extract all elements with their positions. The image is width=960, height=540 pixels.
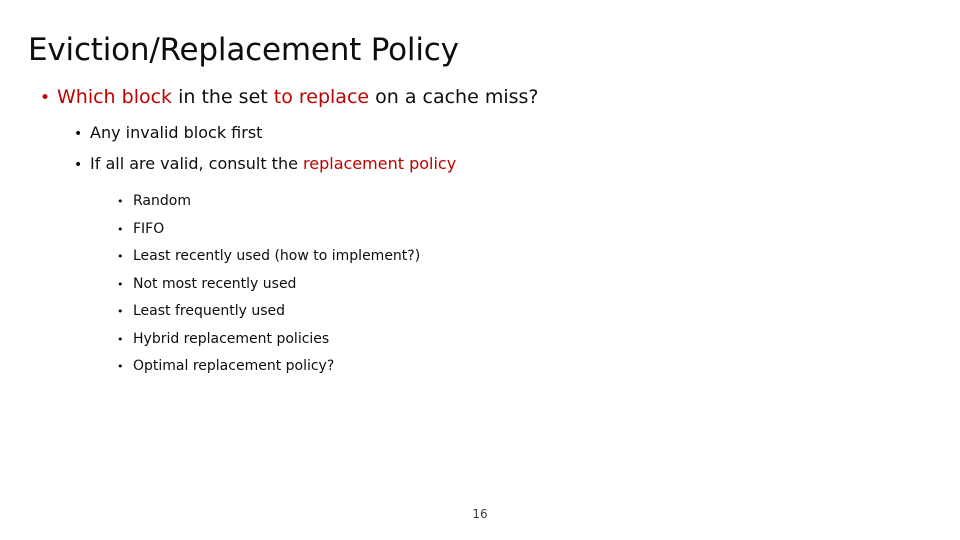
page-title: Eviction/Replacement Policy <box>28 32 459 68</box>
bullet-level2-segment-emphasis-2: replacement policy <box>303 154 457 173</box>
slide-body-outline: • Which block in the set to replace on a… <box>0 84 960 384</box>
bullet-marker-icon: • <box>117 332 124 346</box>
bullet-marker-icon: • <box>74 157 83 173</box>
list-item-label: Hybrid replacement policies <box>133 330 330 347</box>
bullet-level2-invalid-block: • Any invalid block first <box>0 120 960 147</box>
bullet-level1-segment-emphasis-1: Which block <box>57 86 173 108</box>
bullet-level2-segment-plain-1: Any invalid block first <box>90 123 263 142</box>
bullet-level1-text: Which block in the set to replace on a c… <box>57 84 539 110</box>
list-item: • Not most recently used <box>0 274 960 295</box>
list-item-label: Not most recently used <box>133 275 297 292</box>
list-item-label: Optimal replacement policy? <box>133 358 335 374</box>
bullet-marker-icon: • <box>117 360 124 373</box>
list-item: • Random <box>0 191 960 212</box>
bullet-level1-segment-plain-1: in the set <box>172 86 274 108</box>
bullet-marker-icon: • <box>40 88 51 108</box>
list-item: • Least recently used (how to implement?… <box>0 246 960 267</box>
slide-number: 16 <box>472 507 488 521</box>
list-item: • Hybrid replacement policies <box>0 329 960 350</box>
bullet-level1-segment-emphasis-2: to replace <box>273 86 370 108</box>
slide-canvas: Eviction/Replacement Policy • Which bloc… <box>0 0 960 540</box>
list-item: • FIFO <box>0 219 960 240</box>
list-item-label: Random <box>133 193 191 209</box>
bullet-marker-icon: • <box>117 305 124 318</box>
bullet-level1: • Which block in the set to replace on a… <box>0 84 960 111</box>
bullet-marker-icon: • <box>117 195 124 208</box>
list-item-label: Least recently used (how to implement?) <box>133 248 421 264</box>
policy-list: • Random • FIFO • Least recently used (h… <box>0 191 960 377</box>
list-item-label: Least frequently used <box>133 303 285 319</box>
bullet-level2-segment-plain-2: If all are valid, consult the <box>90 154 304 173</box>
bullet-marker-icon: • <box>117 277 124 291</box>
bullet-level1-segment-plain-2: on a cache miss? <box>369 86 539 108</box>
bullet-level2-text: If all are valid, consult the replacemen… <box>90 151 456 176</box>
list-item-label: FIFO <box>133 220 165 237</box>
bullet-marker-icon: • <box>117 222 124 236</box>
list-item: • Least frequently used <box>0 301 960 322</box>
bullet-marker-icon: • <box>74 126 83 142</box>
list-item: • Optimal replacement policy? <box>0 356 960 377</box>
bullet-level2-replacement-policy: • If all are valid, consult the replacem… <box>0 151 960 178</box>
bullet-marker-icon: • <box>117 250 124 263</box>
bullet-level2-text: Any invalid block first <box>90 120 262 145</box>
